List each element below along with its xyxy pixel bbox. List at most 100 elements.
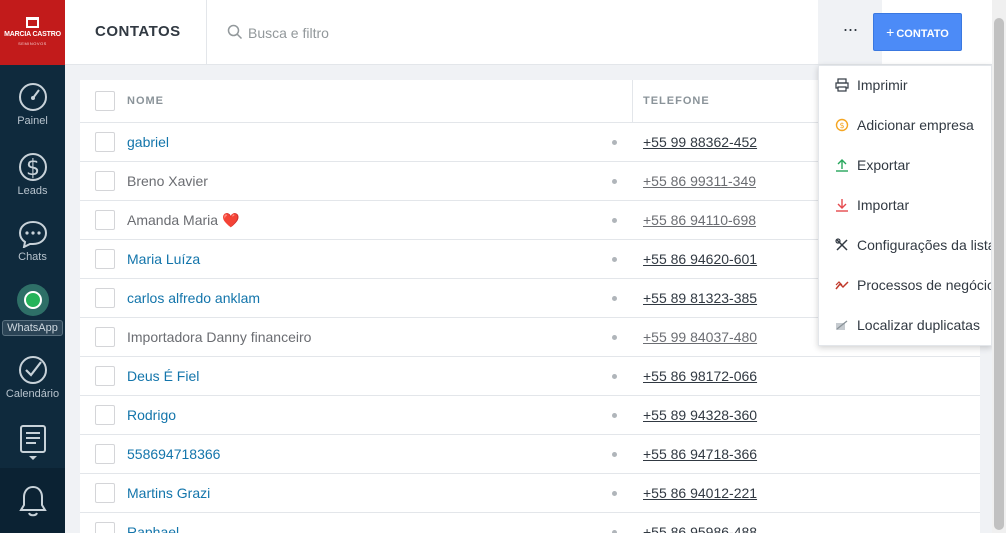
coin-icon: $	[835, 118, 849, 132]
menu-item-imprimir[interactable]: Imprimir	[819, 66, 991, 106]
menu-item-configuracoes[interactable]: Configurações da lista	[819, 226, 992, 266]
nav-label-calendario: Calendário	[5, 388, 60, 400]
search-input[interactable]	[248, 22, 748, 44]
row-checkbox[interactable]	[95, 171, 115, 191]
scrollbar-thumb[interactable]	[994, 18, 1004, 530]
search-icon	[227, 24, 243, 40]
contact-name[interactable]: Martins Grazi	[127, 485, 210, 501]
contact-name[interactable]: carlos alfredo anklam	[127, 290, 260, 306]
header-divider	[206, 0, 207, 64]
contact-name[interactable]: Raphael	[127, 524, 179, 533]
contact-phone-link[interactable]: +55 99 84037-480	[643, 329, 757, 345]
page-title: CONTATOS	[95, 23, 181, 40]
page-scrollbar[interactable]	[992, 0, 1006, 533]
checkmark-circle-icon	[18, 356, 47, 384]
row-checkbox[interactable]	[95, 327, 115, 347]
upload-arrow-icon	[836, 159, 848, 172]
left-nav: MARCIA CASTRO SEMINOVOS Painel $ Leads C…	[0, 0, 65, 533]
catalog-icon	[19, 425, 46, 460]
contact-phone-link[interactable]: +55 86 99311-349	[643, 173, 756, 189]
row-status-dot	[612, 218, 617, 223]
contact-phone-link[interactable]: +55 86 94620-601	[643, 251, 757, 267]
row-checkbox[interactable]	[95, 444, 115, 464]
row-checkbox[interactable]	[95, 483, 115, 503]
contact-name-text: Amanda Maria	[127, 212, 219, 228]
table-row[interactable]: Martins Grazi +55 86 94012-221	[80, 474, 980, 513]
row-status-dot	[612, 491, 617, 496]
menu-item-adicionar-empresa[interactable]: $ Adicionar empresa	[819, 106, 991, 146]
contact-name-text: carlos alfredo anklam	[127, 290, 261, 306]
contact-name-text: Deus É Fiel	[127, 368, 200, 384]
contact-name[interactable]: Deus É Fiel	[127, 368, 199, 384]
contact-phone-link[interactable]: +55 86 98172-066	[643, 368, 757, 384]
menu-item-importar[interactable]: Importar	[819, 186, 991, 226]
table-row[interactable]: Raphael +55 86 95986-488	[80, 513, 980, 533]
heart-emoji-icon: ❤️	[221, 212, 240, 228]
contact-phone-link[interactable]: +55 86 94012-221	[643, 485, 757, 501]
contact-phone-link[interactable]: +55 99 88362-452	[643, 134, 757, 150]
contact-name[interactable]: Importadora Danny financeiro	[127, 329, 311, 345]
row-checkbox[interactable]	[95, 405, 115, 425]
whatsapp-icon	[16, 284, 49, 316]
duplicates-icon	[836, 320, 848, 330]
contact-name[interactable]: Maria Luíza	[127, 251, 200, 267]
column-header-phone[interactable]: TELEFONE	[643, 95, 710, 107]
contact-name-text: Rodrigo	[127, 407, 177, 423]
table-row[interactable]: Deus É Fiel +55 86 98172-066	[80, 357, 980, 396]
menu-item-exportar[interactable]: Exportar	[819, 146, 991, 186]
contact-name[interactable]: Amanda Maria ❤️	[127, 212, 239, 229]
contact-name-text: Raphael	[127, 524, 180, 533]
row-status-dot	[612, 413, 617, 418]
menu-label-configuracoes: Configurações da lista	[857, 237, 992, 253]
contact-name-text: Importadora Danny financeiro	[127, 329, 312, 345]
contact-phone-link[interactable]: +55 89 94328-360	[643, 407, 757, 423]
search-bar[interactable]	[225, 22, 785, 44]
contact-name[interactable]: Rodrigo	[127, 407, 176, 423]
select-all-checkbox[interactable]	[95, 91, 115, 111]
row-status-dot	[612, 257, 617, 262]
menu-item-processos[interactable]: Processos de negócio	[819, 266, 992, 306]
row-checkbox[interactable]	[95, 132, 115, 152]
nav-item-notifications[interactable]	[0, 484, 65, 518]
add-contact-button[interactable]: + CONTATO	[873, 13, 962, 51]
download-arrow-icon	[836, 199, 848, 212]
contact-name-text: 558694718366	[127, 446, 221, 462]
dollar-icon: $	[18, 153, 47, 181]
contact-phone-link[interactable]: +55 86 94718-366	[643, 446, 757, 462]
logo-mark-icon	[26, 17, 39, 28]
row-checkbox[interactable]	[95, 249, 115, 269]
row-status-dot	[612, 374, 617, 379]
nav-label-chats: Chats	[18, 251, 47, 263]
table-row[interactable]: 558694718366 +55 86 94718-366	[80, 435, 980, 474]
row-checkbox[interactable]	[95, 366, 115, 386]
more-options-menu: Imprimir $ Adicionar empresa Exportar Im…	[818, 65, 992, 346]
nav-item-painel[interactable]: Painel	[0, 82, 65, 127]
row-checkbox[interactable]	[95, 288, 115, 308]
contact-phone-link[interactable]: +55 89 81323-385	[643, 290, 757, 306]
nav-item-calendario[interactable]: Calendário	[0, 355, 65, 400]
contact-phone-link[interactable]: +55 86 95986-488	[643, 524, 757, 533]
contact-name[interactable]: 558694718366	[127, 446, 220, 462]
column-divider[interactable]	[632, 80, 633, 123]
tools-icon	[835, 238, 848, 251]
nav-item-whatsapp[interactable]: WhatsApp	[0, 284, 65, 336]
nav-item-leads[interactable]: $ Leads	[0, 150, 65, 197]
contact-name-text: Breno Xavier	[127, 173, 208, 189]
logo-tagline: SEMINOVOS	[18, 41, 47, 46]
column-header-name[interactable]: NOME	[127, 95, 164, 107]
table-row[interactable]: Rodrigo +55 89 94328-360	[80, 396, 980, 435]
row-checkbox[interactable]	[95, 522, 115, 533]
menu-item-duplicatas[interactable]: Localizar duplicatas	[819, 306, 991, 345]
trend-icon	[835, 281, 849, 290]
company-logo[interactable]: MARCIA CASTRO SEMINOVOS	[0, 0, 65, 65]
nav-item-chats[interactable]: Chats	[0, 220, 65, 263]
contact-name[interactable]: gabriel	[127, 134, 169, 150]
row-checkbox[interactable]	[95, 210, 115, 230]
menu-label-exportar: Exportar	[857, 157, 910, 173]
row-status-dot	[612, 140, 617, 145]
contact-phone-link[interactable]: +55 86 94110-698	[643, 212, 756, 228]
contact-name[interactable]: Breno Xavier	[127, 173, 208, 189]
row-status-dot	[612, 296, 617, 301]
nav-item-catalog[interactable]	[0, 423, 65, 461]
menu-label-processos: Processos de negócio	[857, 277, 992, 293]
